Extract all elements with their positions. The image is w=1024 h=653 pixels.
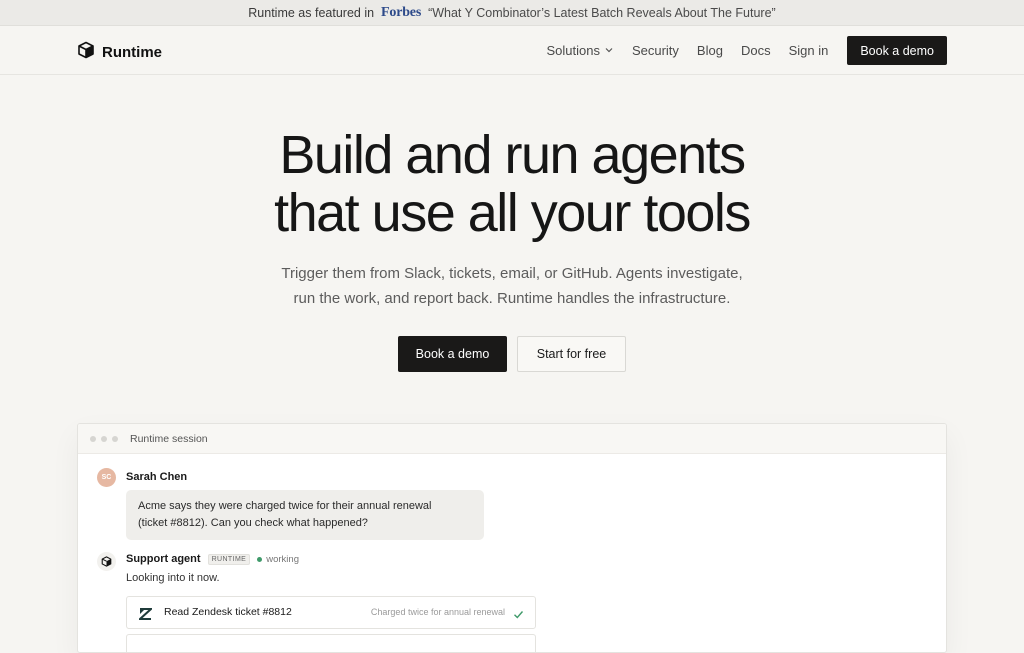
nav-docs[interactable]: Docs <box>741 43 771 58</box>
user-name: Sarah Chen <box>126 471 188 483</box>
session-panel: Runtime session SC Sarah Chen Acme says … <box>77 423 947 653</box>
status-badge: working <box>257 554 299 565</box>
check-icon <box>513 607 524 625</box>
hero-actions: Book a demo Start for free <box>0 336 1024 372</box>
session-header: Runtime session <box>78 424 946 454</box>
agent-name: Support agent <box>126 553 201 565</box>
status-text: working <box>266 553 299 565</box>
session-title: Runtime session <box>130 432 208 445</box>
cube-icon <box>97 552 116 571</box>
nav-solutions[interactable]: Solutions <box>546 43 613 58</box>
window-dot-icon <box>112 435 118 442</box>
zendesk-icon <box>137 607 154 625</box>
hero-title: Build and run agents that use all your t… <box>0 126 1024 242</box>
hero-subtitle-line1: Trigger them from Slack, tickets, email,… <box>281 265 743 282</box>
avatar: SC <box>97 468 116 487</box>
nav-sign-in[interactable]: Sign in <box>789 43 829 58</box>
hero-title-line2: that use all your tools <box>274 183 751 243</box>
start-free-button[interactable]: Start for free <box>517 336 626 372</box>
user-message-line1: Acme says they were charged twice for th… <box>138 500 432 512</box>
user-message-bubble: Acme says they were charged twice for th… <box>126 490 484 540</box>
top-nav: Runtime Solutions Security Blog Docs Sig… <box>0 26 1024 75</box>
hero-subtitle-line2: run the work, and report back. Runtime h… <box>293 289 731 307</box>
nav-links: Solutions Security Blog Docs Sign in Boo… <box>546 36 947 65</box>
window-dot-icon <box>90 435 96 442</box>
nav-security[interactable]: Security <box>632 43 679 58</box>
banner-prefix: Runtime as featured in <box>248 5 375 20</box>
runtime-tag: RUNTIME <box>207 553 251 565</box>
chevron-down-icon <box>604 43 614 58</box>
step-title: Read Zendesk ticket #8812 <box>164 606 292 618</box>
hero-subtitle: Trigger them from Slack, tickets, email,… <box>0 262 1024 311</box>
announcement-banner[interactable]: Runtime as featured in Forbes “What Y Co… <box>0 0 1024 26</box>
agent-message-text: Looking into it now. <box>126 572 220 584</box>
banner-headline[interactable]: “What Y Combinator’s Latest Batch Reveal… <box>428 6 776 20</box>
book-demo-button[interactable]: Book a demo <box>398 336 507 372</box>
window-dot-icon <box>101 435 107 442</box>
agent-header: Support agent RUNTIME working <box>126 553 299 565</box>
step-note: Charged twice for annual renewal <box>370 607 505 617</box>
brand-name: Runtime <box>102 44 162 61</box>
status-dot-icon <box>257 556 263 562</box>
brand-logo[interactable]: Runtime <box>77 41 162 64</box>
forbes-logo: Forbes <box>381 4 422 20</box>
nav-solutions-label: Solutions <box>546 43 600 58</box>
tool-step[interactable] <box>126 634 536 652</box>
nav-blog[interactable]: Blog <box>697 43 723 58</box>
nav-book-demo-button[interactable]: Book a demo <box>847 36 947 65</box>
user-message-line2: (ticket #8812). Can you check what happe… <box>138 517 368 529</box>
cube-icon <box>77 41 95 64</box>
tool-step[interactable]: Read Zendesk ticket #8812 Charged twice … <box>126 596 536 629</box>
hero-title-line1: Build and run agents <box>279 125 746 185</box>
